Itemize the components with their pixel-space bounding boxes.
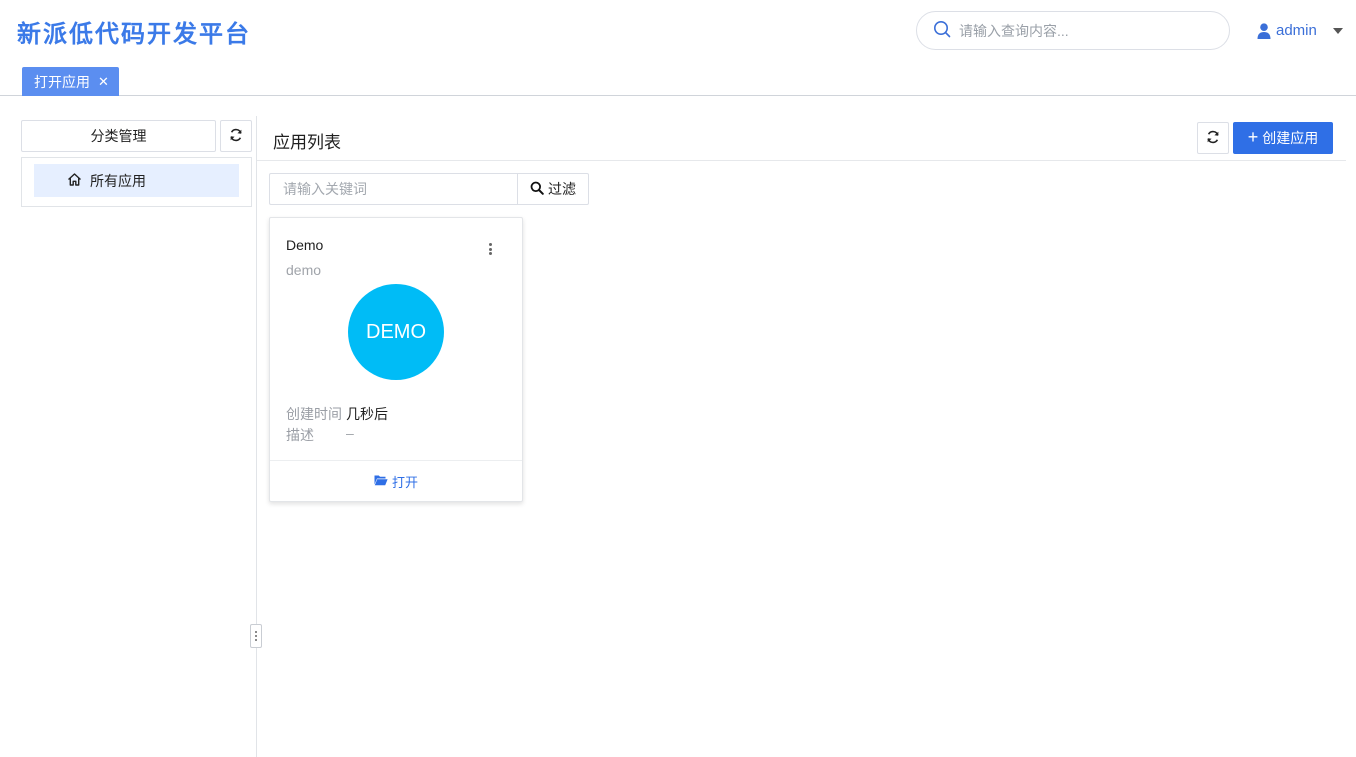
page-title: 应用列表 [273,133,341,152]
app-code: demo [286,262,322,278]
list-refresh-button[interactable] [1197,122,1229,154]
sidebar-refresh-button[interactable] [220,120,252,152]
category-manage-button[interactable]: 分类管理 [21,120,216,152]
global-search-input[interactable] [959,22,1209,39]
panel-splitter [256,116,257,757]
tab-bar: 打开应用 ✕ [0,67,1356,96]
more-vertical-icon[interactable] [486,243,494,255]
open-label: 打开 [391,475,418,490]
search-icon [933,20,951,41]
open-app-button[interactable]: 打开 [270,460,522,502]
splitter-handle[interactable] [250,624,262,648]
filter-input[interactable] [269,173,518,205]
caret-down-icon[interactable] [1332,27,1343,34]
meta-created: 创建时间 几秒后 [286,404,388,424]
filter-button[interactable]: 过滤 [517,173,589,205]
user-menu[interactable]: admin [1257,22,1343,39]
user-name: admin [1276,22,1317,39]
app-logo: DEMO [348,284,444,380]
created-value: 几秒后 [346,406,388,422]
user-icon [1257,22,1271,39]
meta-description: 描述 – [286,425,354,445]
folder-open-icon [374,474,392,489]
category-tree: 所有应用 [21,157,252,207]
created-label: 创建时间 [286,406,342,422]
tab-label: 打开应用 [34,73,90,90]
app-title: 新派低代码开发平台 [17,21,251,48]
divider [257,160,1346,161]
description-value: – [346,425,354,441]
home-icon [67,172,90,190]
global-search[interactable] [916,11,1230,50]
tree-item-label: 所有应用 [90,172,146,189]
description-label: 描述 [286,427,314,443]
close-icon[interactable]: ✕ [98,75,109,88]
app-card: Demo demo DEMO 创建时间 几秒后 描述 – 打开 [269,217,523,502]
create-app-label: 创建应用 [1262,130,1319,146]
plus-icon: + [1247,127,1259,147]
refresh-icon [229,128,243,145]
create-app-button[interactable]: + 创建应用 [1233,122,1333,154]
tree-item-all-apps[interactable]: 所有应用 [34,164,239,197]
search-icon [530,181,548,198]
app-name: Demo [286,237,324,253]
filter-label: 过滤 [548,181,576,197]
tab-open-app[interactable]: 打开应用 ✕ [22,67,119,96]
refresh-icon [1206,130,1220,147]
